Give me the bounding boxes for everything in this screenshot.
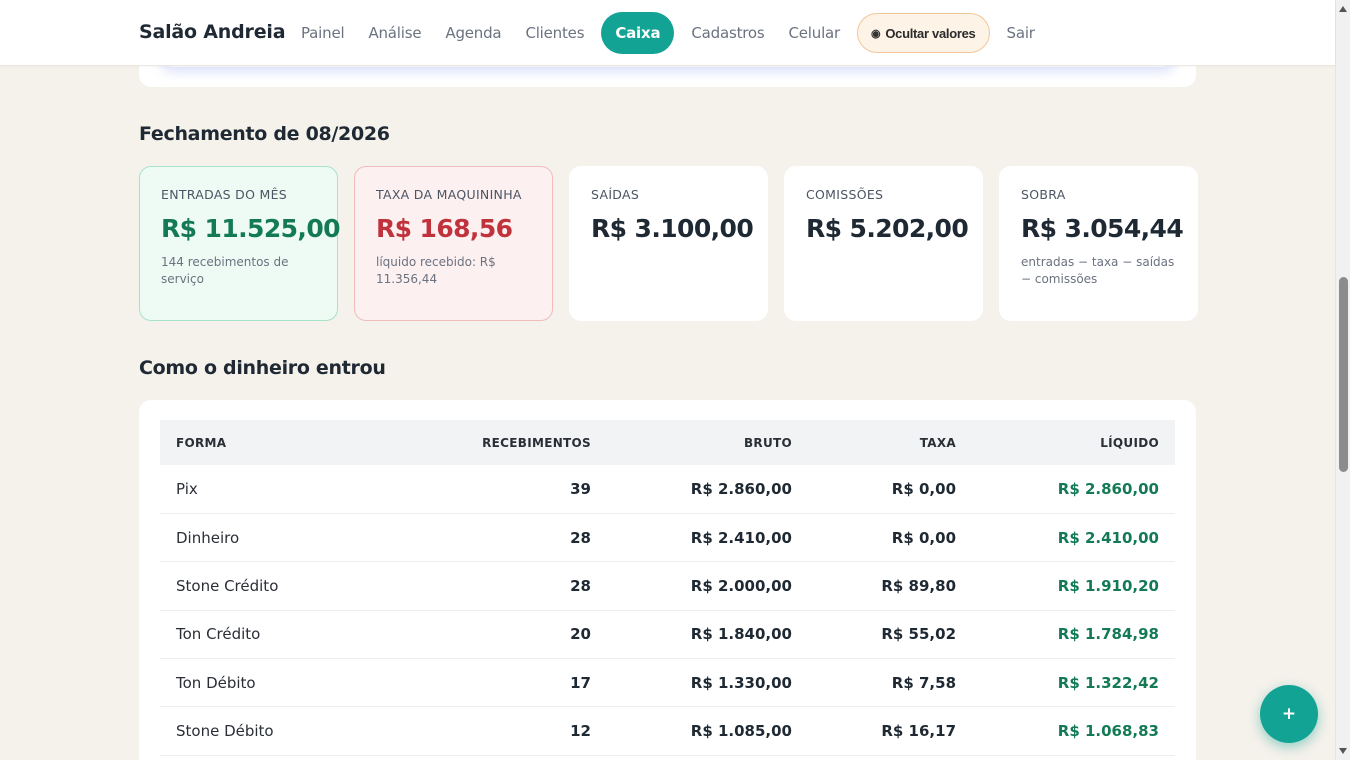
cell-bruto: R$ 1.085,00	[607, 706, 808, 756]
cell-liquido: R$ 1.910,20	[972, 561, 1175, 611]
cell-bruto: R$ 2.410,00	[607, 513, 808, 563]
page-scrollbar[interactable]	[1335, 0, 1350, 760]
stat-label: SOBRA	[1021, 187, 1066, 202]
table-row: Stone Crédito 28 R$ 2.000,00 R$ 89,80 R$…	[160, 561, 1175, 611]
summary-title: Fechamento de 08/2026	[139, 123, 390, 145]
stat-sub: entradas − taxa − saídas − comissões	[1021, 255, 1175, 286]
cell-recebimentos: 17	[420, 658, 607, 708]
hide-values-button[interactable]: ◉ Ocultar valores	[857, 13, 990, 53]
cell-recebimentos: 20	[420, 610, 607, 660]
cell-recebimentos: 12	[420, 706, 607, 756]
add-button[interactable]: +	[1260, 685, 1318, 743]
stat-card-comissoes: COMISSÕES R$ 5.202,00	[784, 166, 983, 321]
income-title: Como o dinheiro entrou	[139, 357, 386, 379]
cell-taxa: R$ 7,58	[808, 658, 972, 708]
top-navbar: Salão Andreia Painel Análise Agenda Clie…	[0, 0, 1335, 66]
cell-taxa: R$ 0,00	[808, 513, 972, 563]
stat-value: R$ 5.202,00	[806, 214, 969, 243]
nav-logout[interactable]: Sair	[995, 12, 1047, 54]
nav-celular[interactable]: Celular	[777, 12, 853, 54]
main-nav: Painel Análise Agenda Clientes Caixa Cad…	[289, 12, 1047, 54]
cell-taxa: R$ 0,00	[808, 465, 972, 514]
stat-label: TAXA DA MAQUININHA	[376, 187, 522, 202]
stat-value: R$ 3.100,00	[591, 214, 754, 243]
cell-recebimentos: 39	[420, 465, 607, 514]
nav-caixa[interactable]: Caixa	[601, 12, 675, 54]
cell-taxa: R$ 89,80	[808, 561, 972, 611]
cell-forma: Ton Débito	[160, 658, 420, 708]
nav-painel[interactable]: Painel	[289, 12, 356, 54]
cell-bruto: R$ 2.860,00	[607, 465, 808, 514]
stat-card-sobra: SOBRA R$ 3.054,44 entradas − taxa − saíd…	[999, 166, 1198, 321]
column-header: RECEBIMENTOS	[482, 435, 591, 450]
table-row: Pix 39 R$ 2.860,00 R$ 0,00 R$ 2.860,00	[160, 465, 1175, 514]
cell-liquido: R$ 2.410,00	[972, 513, 1175, 563]
cell-recebimentos: 28	[420, 513, 607, 563]
scroll-thumb[interactable]	[1339, 277, 1348, 472]
stat-card-saidas: SAÍDAS R$ 3.100,00	[569, 166, 768, 321]
cell-forma: Pix	[160, 465, 420, 514]
cell-forma: Stone Crédito	[160, 561, 420, 611]
stat-sub: 144 recebimentos de serviço	[161, 255, 289, 286]
cell-bruto: R$ 1.840,00	[607, 610, 808, 660]
nav-clientes[interactable]: Clientes	[513, 12, 596, 54]
cell-forma: Dinheiro	[160, 513, 420, 563]
stat-value: R$ 3.054,44	[1021, 214, 1184, 243]
cell-liquido: R$ 1.784,98	[972, 610, 1175, 660]
income-table-card: FORMA RECEBIMENTOS BRUTO TAXA LÍQUIDO Pi…	[139, 400, 1196, 760]
income-table: FORMA RECEBIMENTOS BRUTO TAXA LÍQUIDO Pi…	[160, 420, 1175, 756]
stat-card-taxa: TAXA DA MAQUININHA R$ 168,56 líquido rec…	[354, 166, 553, 321]
cell-bruto: R$ 2.000,00	[607, 561, 808, 611]
cell-bruto: R$ 1.330,00	[607, 658, 808, 708]
table-header-row: FORMA RECEBIMENTOS BRUTO TAXA LÍQUIDO	[160, 420, 1175, 465]
cell-forma: Ton Crédito	[160, 610, 420, 660]
column-header: TAXA	[919, 435, 956, 450]
scroll-down-arrow-icon[interactable]	[1339, 748, 1347, 754]
column-header: LÍQUIDO	[1100, 435, 1159, 450]
nav-agenda[interactable]: Agenda	[433, 12, 513, 54]
cell-taxa: R$ 55,02	[808, 610, 972, 660]
summary-cards: ENTRADAS DO MÊS R$ 11.525,00 144 recebim…	[139, 166, 1198, 321]
stat-card-entradas: ENTRADAS DO MÊS R$ 11.525,00 144 recebim…	[139, 166, 341, 321]
cell-taxa: R$ 16,17	[808, 706, 972, 756]
cell-liquido: R$ 2.860,00	[972, 465, 1175, 514]
stat-value: R$ 11.525,00	[161, 214, 341, 243]
column-header: BRUTO	[743, 435, 792, 450]
table-row: Dinheiro 28 R$ 2.410,00 R$ 0,00 R$ 2.410…	[160, 513, 1175, 563]
column-header: FORMA	[176, 435, 227, 450]
cell-forma: Stone Débito	[160, 706, 420, 756]
brand-name[interactable]: Salão Andreia	[139, 21, 286, 43]
cell-recebimentos: 28	[420, 561, 607, 611]
cell-liquido: R$ 1.068,83	[972, 706, 1175, 756]
table-row: Stone Débito 12 R$ 1.085,00 R$ 16,17 R$ …	[160, 706, 1175, 756]
cell-liquido: R$ 1.322,42	[972, 658, 1175, 708]
nav-analise[interactable]: Análise	[356, 12, 433, 54]
nav-cadastros[interactable]: Cadastros	[679, 12, 776, 54]
table-row: Ton Crédito 20 R$ 1.840,00 R$ 55,02 R$ 1…	[160, 610, 1175, 660]
eye-icon: ◉	[871, 27, 881, 40]
stat-sub: líquido recebido: R$ 11.356,44	[376, 255, 496, 286]
stat-label: COMISSÕES	[806, 187, 884, 202]
stat-label: SAÍDAS	[591, 187, 640, 202]
table-row: Ton Débito 17 R$ 1.330,00 R$ 7,58 R$ 1.3…	[160, 658, 1175, 708]
scroll-up-arrow-icon[interactable]	[1339, 6, 1347, 12]
stat-label: ENTRADAS DO MÊS	[161, 187, 288, 202]
stat-value: R$ 168,56	[376, 214, 513, 243]
hide-values-label: Ocultar valores	[885, 25, 976, 41]
